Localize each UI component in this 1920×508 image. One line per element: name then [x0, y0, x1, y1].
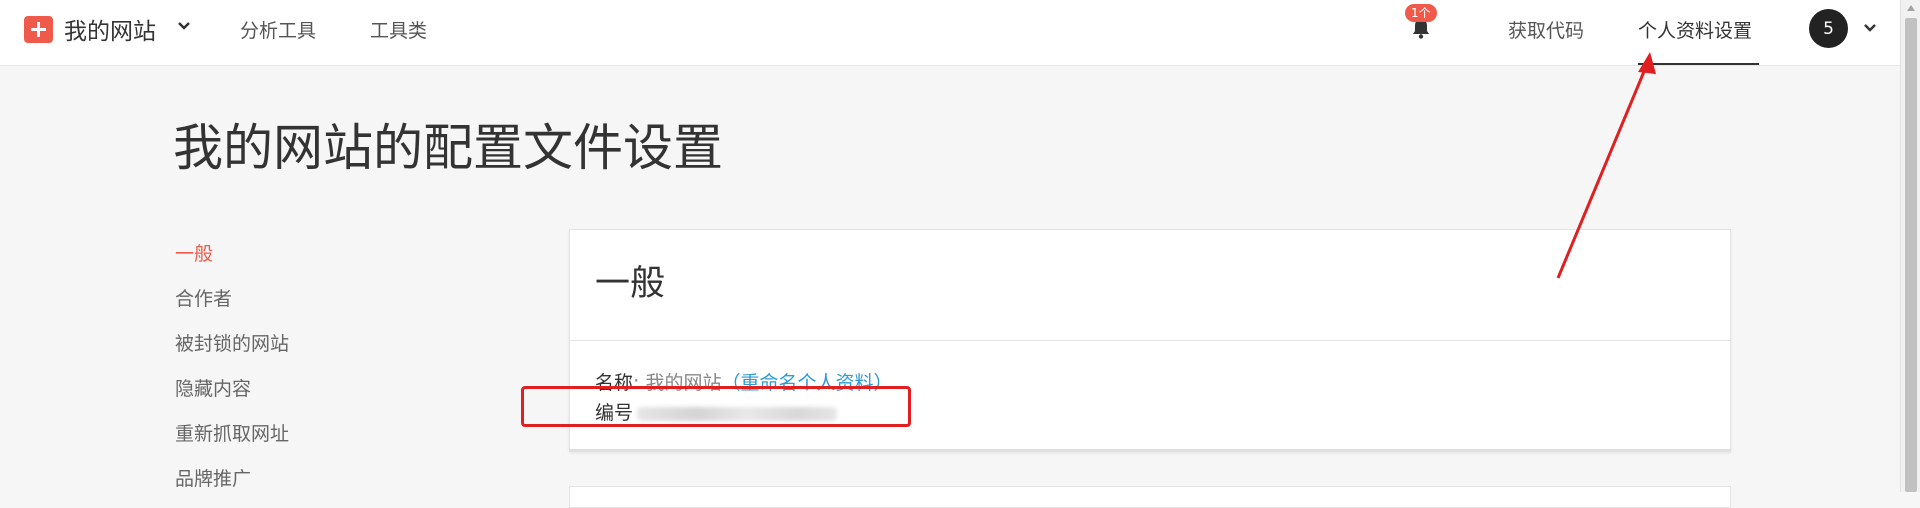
scroll-up-icon[interactable] — [1906, 4, 1916, 12]
plus-logo-icon[interactable] — [24, 16, 53, 43]
vertical-scrollbar[interactable] — [1900, 0, 1920, 492]
sidebar-item-recrawl-urls[interactable]: 重新抓取网址 — [175, 419, 289, 446]
sidebar-item-collaborators[interactable]: 合作者 — [175, 284, 232, 311]
nav-tools[interactable]: 工具类 — [370, 16, 427, 43]
chevron-down-icon[interactable] — [176, 20, 192, 32]
active-tab-underline — [1638, 63, 1759, 65]
card-title: 一般 — [595, 264, 666, 304]
nav-analytics-tools[interactable]: 分析工具 — [240, 16, 316, 43]
sidebar-item-branding[interactable]: 品牌推广 — [175, 464, 251, 491]
profile-settings-link[interactable]: 个人资料设置 — [1638, 16, 1752, 43]
card-divider — [570, 340, 1730, 341]
sidebar-item-hidden-content[interactable]: 隐藏内容 — [175, 374, 251, 401]
page-title: 我的网站的配置文件设置 — [173, 119, 723, 177]
plus-glyph — [31, 22, 46, 37]
notification-badge: 1个 — [1405, 4, 1437, 22]
annotation-highlight-box — [521, 386, 911, 427]
next-settings-card — [569, 486, 1731, 508]
top-navbar: 我的网站 分析工具 工具类 1个 获取代码 个人资料设置 5 — [0, 0, 1900, 66]
site-switcher-label[interactable]: 我的网站 — [64, 12, 156, 46]
sidebar-item-blocked-sites[interactable]: 被封锁的网站 — [175, 329, 289, 356]
get-code-link[interactable]: 获取代码 — [1508, 16, 1584, 43]
avatar[interactable]: 5 — [1809, 9, 1848, 48]
card-shadow — [569, 449, 1731, 452]
chevron-down-icon[interactable] — [1862, 22, 1878, 34]
sidebar-item-general[interactable]: 一般 — [175, 239, 213, 266]
scrollbar-thumb[interactable] — [1905, 18, 1917, 492]
